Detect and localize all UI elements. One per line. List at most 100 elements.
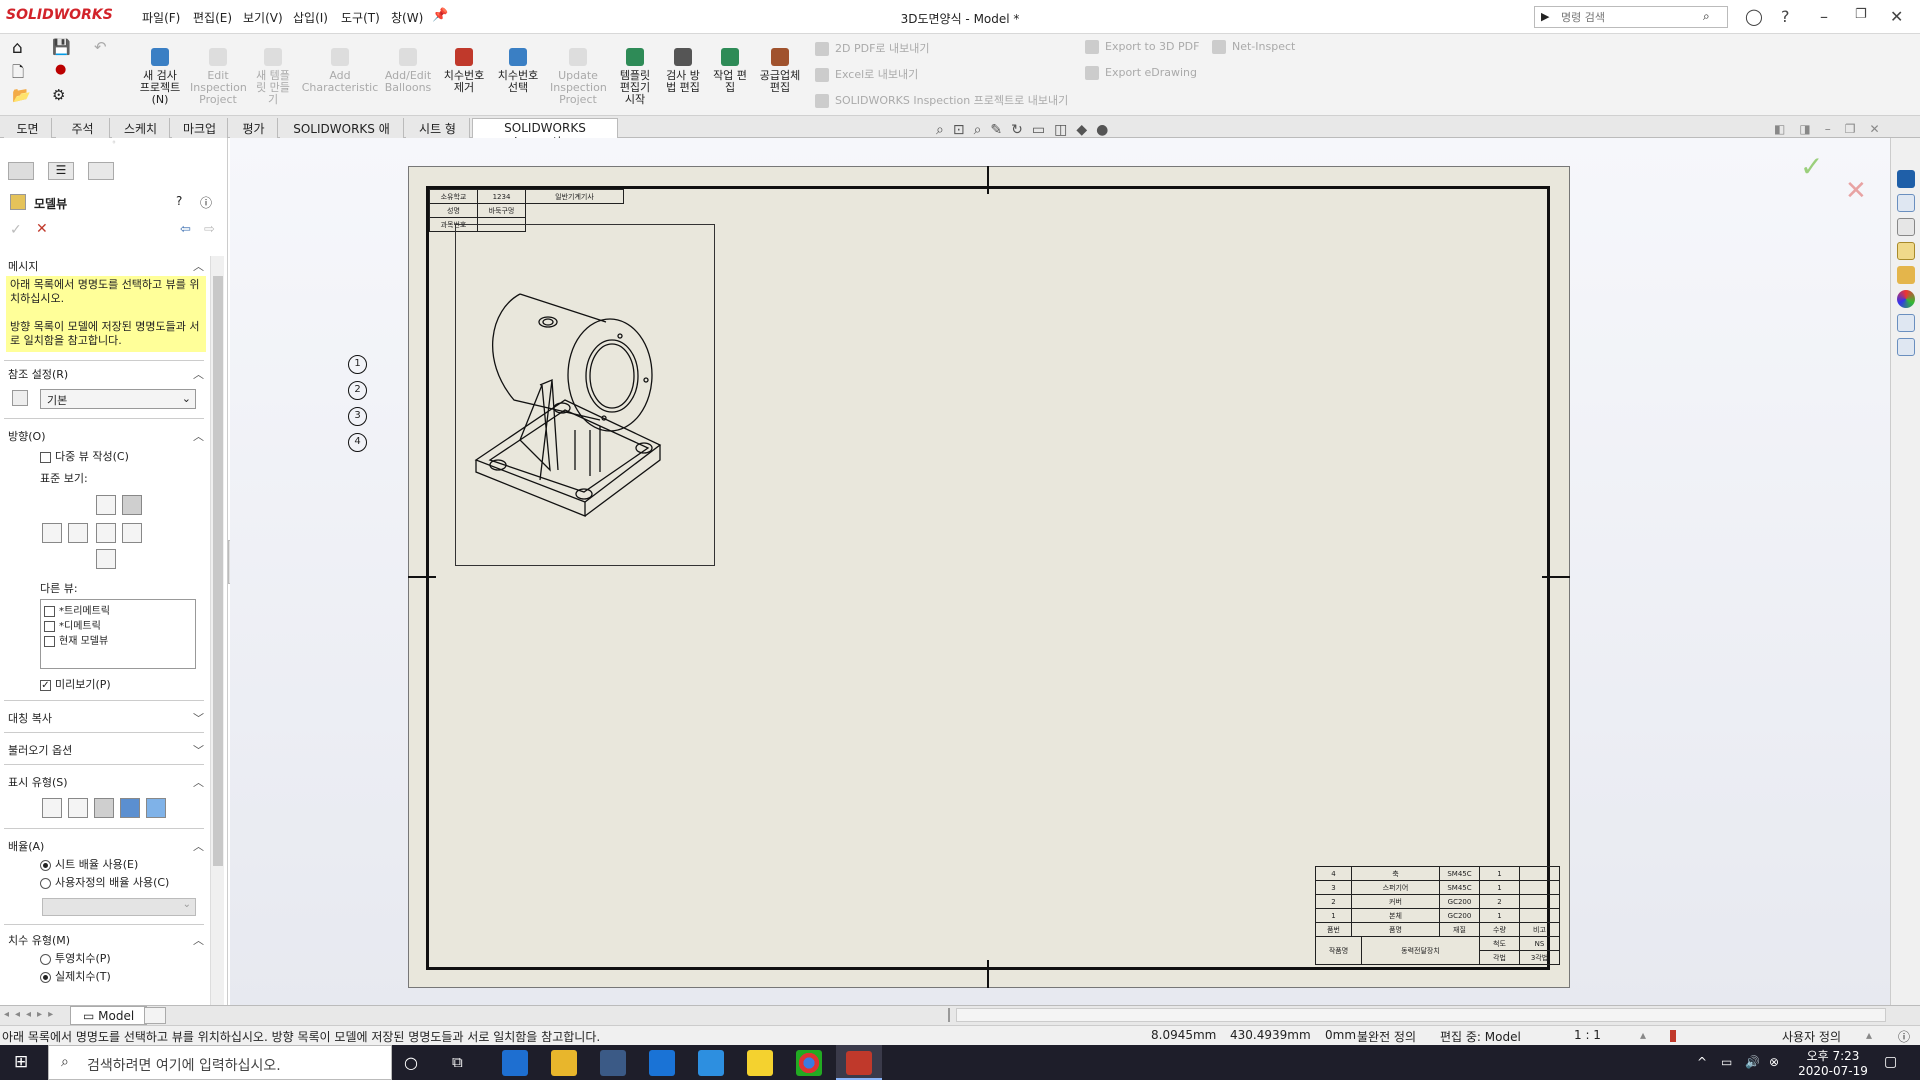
horizontal-scrollbar[interactable] [956, 1008, 1886, 1022]
network-icon[interactable]: ▭ [1721, 1055, 1732, 1069]
vp-minimize-icon[interactable]: – [1825, 122, 1845, 136]
solidworks-taskbar-button[interactable] [836, 1045, 882, 1080]
config-tab[interactable] [88, 162, 114, 180]
pan-icon[interactable]: ✎ [990, 122, 1011, 138]
scale-up-icon[interactable]: ▴ [1640, 1028, 1646, 1042]
view-left-button[interactable] [96, 523, 116, 543]
dim-true-radio[interactable]: 실제치수(T) [40, 968, 111, 984]
cortana-icon[interactable]: ○ [404, 1053, 418, 1072]
list-item[interactable]: *트리메트릭 [44, 602, 192, 617]
export-inspection-project[interactable]: SOLIDWORKS Inspection 프로젝트로 내보내기 [815, 92, 1068, 108]
export-excel[interactable]: Excel로 내보내기 [815, 66, 918, 82]
split2-icon[interactable]: ◨ [1799, 122, 1824, 136]
import-options-header[interactable]: 불러오기 옵션 ﹀ [8, 742, 204, 758]
undo-icon[interactable]: ↶ [94, 38, 107, 56]
menu-view[interactable]: 보기(V) [243, 9, 283, 26]
view-top-button[interactable] [42, 523, 62, 543]
cmd-add-characteristic[interactable]: Add Characteristic [300, 48, 380, 94]
file-explorer-icon[interactable] [1897, 218, 1915, 236]
zoom-previous-icon[interactable]: ⌕ [974, 122, 991, 138]
cmd-edit-inspection-project[interactable]: Edit Inspection Project [190, 48, 247, 106]
checkbox[interactable] [44, 635, 55, 647]
cmd-select-balloon[interactable]: 치수번호 선택 [490, 48, 546, 94]
cmd-new-template[interactable]: 새 템플 릿 만들 기 [245, 48, 301, 106]
feature-tree-tab[interactable] [8, 162, 34, 180]
view-right-button[interactable] [122, 523, 142, 543]
vp-close-icon[interactable]: ✕ [1869, 122, 1893, 136]
checkbox[interactable] [44, 620, 55, 632]
confirm-ok-icon[interactable]: ✓ [1800, 150, 1823, 183]
balloon-2[interactable]: 2 [348, 381, 367, 400]
scale-header[interactable]: 배율(A) ︿ [8, 838, 204, 854]
split-icon[interactable]: ◧ [1774, 122, 1799, 136]
solidworks-logo[interactable]: SOLIDWORKS [6, 7, 113, 23]
message-header[interactable]: 메시지 ︿ [8, 258, 204, 274]
ime-icon[interactable]: ⊗ [1769, 1055, 1779, 1069]
forum-icon[interactable] [1897, 338, 1915, 356]
menu-edit[interactable]: 편집(E) [193, 9, 232, 26]
cmd-add-edit-balloons[interactable]: Add/Edit Balloons [380, 48, 436, 94]
confirm-cancel-icon[interactable]: ✕ [1845, 176, 1867, 206]
cmd-update-inspection-project[interactable]: Update Inspection Project [550, 48, 607, 106]
heads-up-toolbar[interactable]: ⌕⊡⌕✎↻▭◫◆● [936, 122, 1117, 138]
hidden-removed-button[interactable] [94, 798, 114, 818]
units-up-icon[interactable]: ▴ [1866, 1028, 1872, 1042]
cmd-edit-operation[interactable]: 작업 편 집 [702, 48, 758, 94]
tab-annotation[interactable]: 주석 [56, 118, 110, 138]
zoom-area-icon[interactable]: ⊡ [953, 122, 974, 138]
wireframe-button[interactable] [42, 798, 62, 818]
save-icon[interactable]: 💾 [52, 38, 71, 56]
help-balloon-icon[interactable]: ⓘ [1898, 1028, 1910, 1045]
search-input[interactable] [1561, 8, 1701, 26]
reference-header[interactable]: 참조 설정(R) ︿ [8, 366, 204, 382]
isometric-model-view[interactable] [470, 280, 700, 540]
new-document-icon[interactable]: 🗋 [12, 62, 24, 87]
pin-icon[interactable]: 📌 [432, 8, 448, 23]
display-style-header[interactable]: 표시 유형(S) ︿ [8, 774, 204, 790]
vp-restore-icon[interactable]: ❐ [1845, 122, 1870, 136]
clock[interactable]: 오후 7:23 2020-07-19 [1798, 1047, 1868, 1078]
status-units[interactable]: 사용자 정의 [1782, 1028, 1841, 1045]
cmd-new-inspection-project[interactable]: 새 검사 프로젝트 (N) [132, 48, 188, 106]
edge-icon[interactable] [502, 1050, 528, 1076]
view-front-button[interactable] [96, 495, 116, 515]
status-scale[interactable]: 1 : 1 [1574, 1028, 1601, 1042]
section-icon[interactable]: ▭ [1032, 122, 1054, 138]
hide-show-icon[interactable]: ◆ [1076, 122, 1096, 138]
help-circle-icon[interactable]: ⓘ [200, 194, 212, 211]
ok-icon[interactable]: ✓ [10, 222, 22, 238]
close-icon[interactable]: ✕ [1890, 7, 1903, 26]
tab-solidworks-inspection[interactable]: SOLIDWORKS Inspection [472, 118, 618, 149]
list-item[interactable]: 현재 모델뷰 [44, 632, 192, 647]
panel-scrollbar[interactable] [210, 256, 224, 1006]
open-icon[interactable]: 📂 [12, 86, 31, 104]
shaded-edges-button[interactable] [120, 798, 140, 818]
restore-icon[interactable]: ❐ [1855, 7, 1867, 22]
tab-model[interactable]: ▭ Model [70, 1006, 148, 1025]
appearances-icon[interactable] [1897, 290, 1915, 308]
splitter[interactable] [948, 1008, 950, 1022]
menu-window[interactable]: 창(W) [391, 9, 423, 26]
tab-drawing[interactable]: 도면 [4, 118, 52, 138]
view-isometric-button[interactable] [122, 495, 142, 515]
minimize-icon[interactable]: – [1820, 7, 1828, 26]
user-icon[interactable]: ◯ [1745, 7, 1763, 26]
orientation-header[interactable]: 방향(O) ︿ [8, 428, 204, 444]
back-icon[interactable]: ⇦ [180, 222, 191, 237]
options-icon[interactable]: ⚙ [52, 86, 65, 104]
radio[interactable] [40, 877, 51, 889]
sheet-nav-arrows[interactable]: ◂◂◂▸▸ [4, 1009, 59, 1020]
export-2d-pdf[interactable]: 2D PDF로 내보내기 [815, 40, 930, 56]
checkbox[interactable] [40, 679, 51, 691]
mirror-copy-header[interactable]: 대칭 복사 ﹀ [8, 710, 204, 726]
appearance-icon[interactable]: ● [1096, 122, 1117, 138]
whats-wrong-icon[interactable]: ? [176, 194, 182, 208]
net-inspect[interactable]: Net-Inspect [1212, 40, 1295, 54]
taskbar-search[interactable]: ⌕ 검색하려면 여기에 입력하십시오. [48, 1045, 392, 1080]
help-icon[interactable]: ? [1781, 7, 1790, 26]
hidden-visible-button[interactable] [68, 798, 88, 818]
sticky-notes-icon[interactable] [747, 1050, 773, 1076]
cmd-edit-vendor[interactable]: 공급업체 편집 [752, 48, 808, 94]
tab-markup[interactable]: 마크업 [172, 118, 228, 138]
dim-projected-radio[interactable]: 투영치수(P) [40, 950, 111, 966]
